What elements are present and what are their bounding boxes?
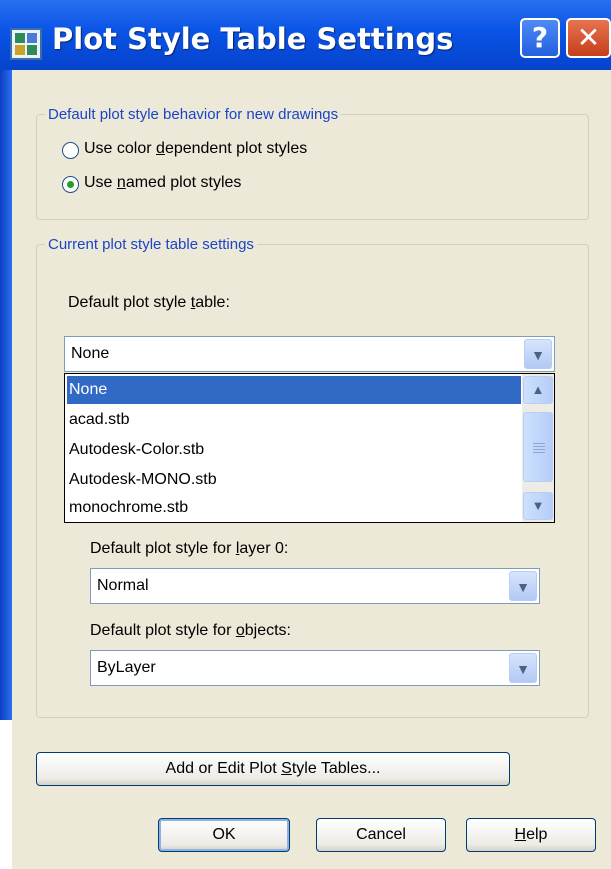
objects-combo[interactable]: ByLayer ▼ xyxy=(90,650,540,686)
radio-color-dependent-label[interactable]: Use color dependent plot styles xyxy=(84,140,307,158)
list-item[interactable]: monochrome.stb xyxy=(67,494,521,522)
list-item[interactable]: Autodesk-Color.stb xyxy=(67,436,521,464)
layer0-value: Normal xyxy=(97,577,149,594)
scroll-thumb[interactable] xyxy=(523,412,553,482)
plot-style-table-icon xyxy=(10,28,42,60)
close-button[interactable]: ✕ xyxy=(566,18,611,58)
list-item[interactable]: None xyxy=(67,376,521,404)
layer0-combo[interactable]: Normal ▼ xyxy=(90,568,540,604)
chevron-down-icon[interactable]: ▼ xyxy=(524,339,552,369)
list-scrollbar[interactable]: ▲ ▼ xyxy=(522,374,554,522)
objects-value: ByLayer xyxy=(97,659,156,676)
help-title-button[interactable]: ? xyxy=(520,18,560,58)
radio-color-dependent[interactable] xyxy=(62,142,79,159)
layer0-label: Default plot style for layer 0: xyxy=(90,540,289,557)
radio-selected-dot xyxy=(67,181,74,188)
default-table-combo[interactable]: None ▼ xyxy=(64,336,555,372)
dialog-window: Plot Style Table Settings ? ✕ Default pl… xyxy=(0,0,611,869)
chevron-down-icon[interactable]: ▼ xyxy=(509,571,537,601)
window-frame-left xyxy=(0,70,12,869)
add-edit-plot-style-tables-button[interactable]: Add or Edit Plot Style Tables... xyxy=(36,752,510,786)
list-item[interactable]: acad.stb xyxy=(67,406,521,434)
dialog-title: Plot Style Table Settings xyxy=(52,22,454,56)
default-table-value: None xyxy=(71,345,110,362)
list-item[interactable]: Autodesk-MONO.stb xyxy=(67,466,521,494)
behavior-group-legend: Default plot style behavior for new draw… xyxy=(48,106,339,123)
chevron-down-icon[interactable]: ▼ xyxy=(523,492,553,520)
objects-label: Default plot style for objects: xyxy=(90,622,291,639)
default-table-dropdown-list[interactable]: None acad.stb Autodesk-Color.stb Autodes… xyxy=(64,373,555,523)
cancel-button[interactable]: Cancel xyxy=(316,818,446,852)
current-settings-legend: Current plot style table settings xyxy=(48,236,254,253)
chevron-up-icon[interactable]: ▲ xyxy=(523,376,553,404)
default-table-label: Default plot style table: xyxy=(68,294,230,311)
radio-named[interactable] xyxy=(62,176,79,193)
radio-named-label[interactable]: Use named plot styles xyxy=(84,174,241,192)
behavior-group: Default plot style behavior for new draw… xyxy=(36,106,589,220)
help-button[interactable]: Help xyxy=(466,818,596,852)
chevron-down-icon[interactable]: ▼ xyxy=(509,653,537,683)
ok-button[interactable]: OK xyxy=(158,818,290,852)
